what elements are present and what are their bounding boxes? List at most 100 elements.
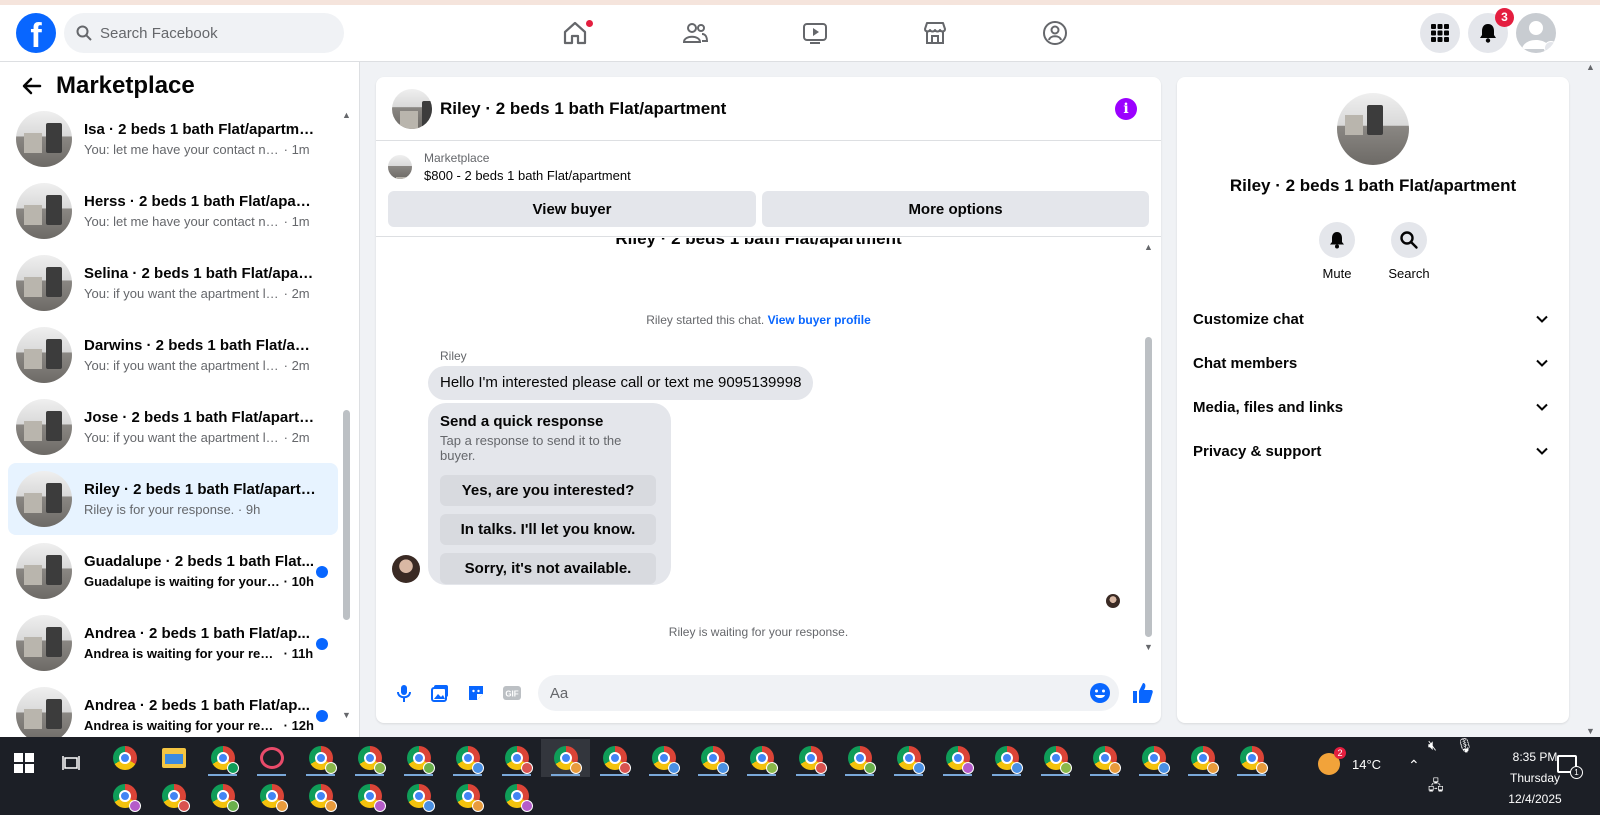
quick-response-button[interactable]: Sorry, it's not available.	[440, 553, 656, 584]
taskbar-app[interactable]	[100, 739, 149, 777]
taskbar-app[interactable]	[345, 777, 394, 815]
sidebar-scroll-thumb[interactable]	[343, 410, 350, 620]
gif-button[interactable]: GIF	[494, 675, 530, 711]
taskbar-app[interactable]	[492, 777, 541, 815]
taskbar-app[interactable]	[1129, 739, 1178, 777]
taskbar-app[interactable]	[394, 739, 443, 777]
sticker-button[interactable]	[458, 675, 494, 711]
search-input[interactable]	[100, 24, 320, 42]
taskbar-app[interactable]	[982, 739, 1031, 777]
scroll-down-arrow-icon[interactable]: ▼	[342, 710, 351, 720]
microphone-tray-icon[interactable]: 🎙︎	[1456, 737, 1474, 754]
taskbar-app[interactable]	[492, 739, 541, 777]
mute-button[interactable]: Mute	[1317, 222, 1357, 281]
scroll-up-arrow-icon[interactable]: ▲	[342, 110, 351, 120]
taskbar-app[interactable]	[1178, 739, 1227, 777]
view-buyer-profile-link[interactable]: View buyer profile	[768, 313, 871, 327]
conversation-item[interactable]: Herss · 2 beds 1 bath Flat/apart... You:…	[8, 175, 338, 247]
sender-avatar[interactable]	[392, 555, 420, 583]
conversation-item[interactable]: Darwins · 2 beds 1 bath Flat/apa... You:…	[8, 319, 338, 391]
quick-response-button[interactable]: Yes, are you interested?	[440, 475, 656, 506]
view-buyer-button[interactable]: View buyer	[388, 191, 757, 227]
taskbar-app[interactable]	[835, 739, 884, 777]
scroll-down-arrow-icon[interactable]: ▼	[1586, 726, 1595, 736]
message-input[interactable]	[549, 684, 1070, 702]
section-customize-chat[interactable]: Customize chat	[1193, 297, 1553, 341]
taskbar-app[interactable]	[247, 777, 296, 815]
voice-clip-button[interactable]	[386, 675, 422, 711]
nav-groups[interactable]	[995, 13, 1115, 53]
section-privacy-support[interactable]: Privacy & support	[1193, 429, 1553, 473]
taskbar-app[interactable]	[296, 739, 345, 777]
emoji-icon[interactable]	[1089, 682, 1111, 704]
taskbar-app[interactable]	[1031, 739, 1080, 777]
attach-photo-button[interactable]	[422, 675, 458, 711]
facebook-logo[interactable]: f	[16, 13, 56, 53]
chat-listing-thumbnail[interactable]	[392, 88, 432, 129]
network-icon[interactable]: 🖧︎	[1428, 775, 1444, 799]
taskbar-app[interactable]	[688, 739, 737, 777]
conversation-item-active[interactable]: Riley · 2 beds 1 bath Flat/apartm... Ril…	[8, 463, 338, 535]
chat-title[interactable]: Riley · 2 beds 1 bath Flat/apartment	[440, 99, 726, 119]
taskbar-app[interactable]	[1080, 739, 1129, 777]
notification-center-icon[interactable]: 1	[1557, 755, 1583, 779]
scroll-up-arrow-icon[interactable]: ▲	[1144, 242, 1153, 252]
message-input-wrapper[interactable]	[537, 675, 1120, 711]
back-arrow-icon[interactable]	[20, 74, 44, 98]
taskbar-app[interactable]	[149, 739, 198, 777]
taskbar-app[interactable]	[590, 739, 639, 777]
section-chat-members[interactable]: Chat members	[1193, 341, 1553, 385]
nav-marketplace[interactable]	[875, 13, 995, 53]
info-icon[interactable]: i	[1115, 98, 1137, 120]
conversation-item-unread[interactable]: Andrea · 2 beds 1 bath Flat/ap... Andrea…	[8, 607, 338, 679]
scroll-up-arrow-icon[interactable]: ▲	[1586, 62, 1595, 72]
taskbar-app[interactable]	[639, 739, 688, 777]
conversation-item[interactable]: Isa · 2 beds 1 bath Flat/apartment You: …	[8, 103, 338, 175]
details-listing-photo[interactable]	[1337, 93, 1409, 165]
task-view-icon[interactable]	[62, 753, 82, 773]
nav-home[interactable]	[515, 13, 635, 53]
conversation-item[interactable]: Selina · 2 beds 1 bath Flat/apart... You…	[8, 247, 338, 319]
taskbar-app[interactable]	[296, 777, 345, 815]
taskbar-app[interactable]	[443, 739, 492, 777]
taskbar-app[interactable]	[1227, 739, 1276, 777]
taskbar-app[interactable]	[786, 739, 835, 777]
listing-title-price[interactable]: $800 - 2 beds 1 bath Flat/apartment	[424, 168, 631, 183]
taskbar-app[interactable]	[884, 739, 933, 777]
nav-friends[interactable]	[635, 13, 755, 53]
nav-video[interactable]	[755, 13, 875, 53]
taskbar-app[interactable]	[933, 739, 982, 777]
quick-response-button[interactable]: In talks. I'll let you know.	[440, 514, 656, 545]
taskbar-app[interactable]	[100, 777, 149, 815]
profile-avatar-button[interactable]: ⌄	[1516, 13, 1556, 53]
windows-start-icon[interactable]	[14, 753, 34, 773]
taskbar-app[interactable]	[443, 777, 492, 815]
taskbar-app[interactable]	[247, 739, 296, 777]
conversation-item-unread[interactable]: Andrea · 2 beds 1 bath Flat/ap... Andrea…	[8, 679, 338, 737]
more-options-button[interactable]: More options	[762, 191, 1149, 227]
taskbar-app[interactable]	[737, 739, 786, 777]
speaker-muted-icon[interactable]: 🔇︎	[1428, 737, 1437, 754]
notifications-button[interactable]: 3	[1468, 8, 1514, 53]
taskbar-app[interactable]	[198, 739, 247, 777]
chat-scrollbar[interactable]: ▲ ▼	[1142, 242, 1156, 654]
taskbar-app[interactable]	[198, 777, 247, 815]
section-media-files-links[interactable]: Media, files and links	[1193, 385, 1553, 429]
conversation-item[interactable]: Jose · 2 beds 1 bath Flat/apartm... You:…	[8, 391, 338, 463]
chevron-up-icon[interactable]: ⌃	[1408, 757, 1420, 774]
sidebar-scrollbar[interactable]: ▲ ▼	[340, 110, 354, 722]
taskbar-app[interactable]	[394, 777, 443, 815]
send-like-button[interactable]	[1125, 675, 1161, 711]
search-in-chat-button[interactable]: Search	[1388, 222, 1430, 281]
taskbar-app[interactable]	[345, 739, 394, 777]
search-box[interactable]	[64, 13, 344, 53]
taskbar-app[interactable]	[149, 777, 198, 815]
menu-button[interactable]	[1420, 13, 1460, 53]
scroll-down-arrow-icon[interactable]: ▼	[1144, 642, 1153, 652]
conversation-item-unread[interactable]: Guadalupe · 2 beds 1 bath Flat... Guadal…	[8, 535, 338, 607]
page-scrollbar[interactable]: ▲ ▼	[1584, 62, 1600, 737]
taskbar-app-active[interactable]	[541, 739, 590, 777]
chat-scroll-thumb[interactable]	[1145, 337, 1152, 637]
weather-widget[interactable]: 2 14°C	[1318, 747, 1381, 775]
incoming-message-bubble[interactable]: Hello I'm interested please call or text…	[428, 366, 814, 400]
